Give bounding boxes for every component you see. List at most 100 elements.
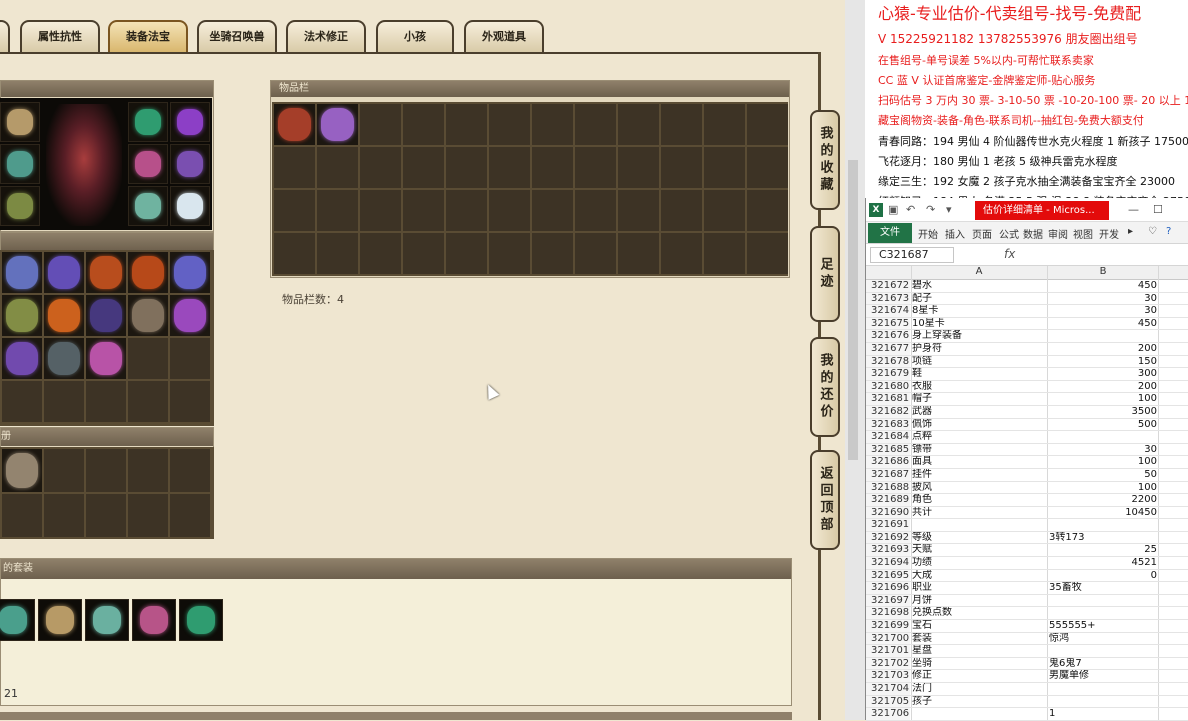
cell-b[interactable]: 30 [1049,293,1157,306]
spreadsheet-row[interactable]: 321706 1 [866,708,1188,721]
grid-cell-empty[interactable] [170,381,210,422]
my-favorites-button[interactable]: 我的收藏 [810,110,840,210]
row-number[interactable]: 321676 [866,330,910,342]
spreadsheet-row[interactable]: 321702 坐骑 鬼6鬼7 [866,657,1188,671]
row-number[interactable]: 321694 [866,557,910,569]
spreadsheet-row[interactable]: 321689 角色 2200 [866,494,1188,507]
row-number[interactable]: 321703 [866,670,910,682]
inventory-cell[interactable] [618,190,659,231]
spreadsheet-row[interactable]: 321684 点粹 [866,431,1188,444]
spreadsheet-row[interactable]: 321679 鞋 300 [866,368,1188,381]
help-icon[interactable]: ? [1166,226,1171,237]
tab-partial[interactable] [0,20,10,52]
row-number[interactable]: 321686 [866,456,910,468]
ribbon-tab[interactable]: 公式 [999,226,1019,241]
footprints-button[interactable]: 足迹 [810,226,840,322]
inventory-cell[interactable] [704,104,745,145]
grid-cell-empty[interactable] [128,338,168,379]
spreadsheet-row[interactable]: 321698 兑换点数 [866,607,1188,621]
inventory-item[interactable] [317,104,358,145]
cell-a[interactable]: 天赋 [912,544,1046,557]
cell-a[interactable]: 武器 [912,406,1046,419]
pet-slot[interactable] [2,449,42,492]
inventory-cell[interactable] [532,104,573,145]
grid-item[interactable] [128,295,168,336]
row-number[interactable]: 321702 [866,657,910,670]
spreadsheet-row[interactable]: 321678 项链 150 [866,355,1188,369]
suit-item[interactable] [179,599,223,641]
inventory-cell[interactable] [274,190,315,231]
row-number[interactable]: 321684 [866,431,910,443]
spreadsheet-row[interactable]: 321683 佩饰 500 [866,418,1188,432]
inventory-cell[interactable] [575,104,616,145]
row-number[interactable]: 321674 [866,305,910,317]
cell-b[interactable]: 200 [1049,343,1157,356]
cell-a[interactable]: 佩饰 [912,419,1046,432]
cell-a[interactable]: 职业 [912,582,1046,595]
cell-b[interactable]: 男魔单修 [1049,670,1157,683]
redo-icon[interactable]: ↷ [926,203,935,216]
grid-item[interactable] [2,295,42,336]
row-number[interactable]: 321673 [866,292,910,305]
cell-a[interactable]: 宝石 [912,620,1046,633]
cell-a[interactable]: 护身符 [912,343,1046,356]
row-number[interactable]: 321687 [866,468,910,481]
cell-b[interactable]: 0 [1049,570,1157,583]
ribbon-tab[interactable]: 页面 [972,226,992,241]
cell-a[interactable]: 鞋 [912,368,1046,381]
grid-cell-empty[interactable] [2,381,42,422]
ribbon-tab[interactable]: 数据 [1023,226,1043,241]
column-header-a[interactable]: A [912,266,1046,277]
spreadsheet-row[interactable]: 321687 挂件 50 [866,468,1188,482]
spreadsheet-row[interactable]: 321705 孩子 [866,695,1188,709]
row-number[interactable]: 321678 [866,355,910,368]
cell-a[interactable]: 面具 [912,456,1046,469]
excel-app-icon[interactable]: X [869,203,883,217]
inventory-cell[interactable] [274,147,315,188]
inventory-cell[interactable] [360,190,401,231]
inventory-cell[interactable] [704,190,745,231]
grid-item[interactable] [128,252,168,293]
inventory-cell[interactable] [704,147,745,188]
cell-b[interactable]: 3500 [1049,406,1157,419]
inventory-cell[interactable] [575,147,616,188]
inventory-cell[interactable] [446,147,487,188]
row-number[interactable]: 321700 [866,632,910,645]
inventory-cell[interactable] [446,104,487,145]
spreadsheet-row[interactable]: 321704 法门 [866,683,1188,696]
cell-b[interactable]: 100 [1049,482,1157,495]
spreadsheet-row[interactable]: 321685 镖带 30 [866,443,1188,457]
tab-appearance-items[interactable]: 外观道具 [464,20,544,52]
save-icon[interactable]: ▣ [888,203,898,216]
cell-a[interactable]: 坐骑 [912,658,1046,671]
tab-children[interactable]: 小孩 [376,20,454,52]
quick-access-dropdown-icon[interactable]: ▾ [946,203,952,216]
inventory-cell[interactable] [575,233,616,274]
spreadsheet-row[interactable]: 321673 配子 30 [866,292,1188,306]
spreadsheet-row[interactable]: 321695 大成 0 [866,569,1188,583]
cell-b[interactable]: 100 [1049,393,1157,406]
spreadsheet-row[interactable]: 321701 星盘 [866,645,1188,658]
ribbon-tab[interactable]: 审阅 [1048,226,1068,241]
minimize-icon[interactable]: — [1128,203,1139,216]
inventory-cell[interactable] [532,233,573,274]
grid-item[interactable] [86,338,126,379]
inventory-cell[interactable] [446,190,487,231]
cell-a[interactable]: 修正 [912,670,1046,683]
row-number[interactable]: 321675 [866,317,910,330]
inventory-cell[interactable] [403,104,444,145]
inventory-cell[interactable] [489,233,530,274]
cell-b[interactable]: 450 [1049,318,1157,331]
grid-item[interactable] [2,338,42,379]
cell-a[interactable]: 项链 [912,356,1046,369]
inventory-cell[interactable] [446,233,487,274]
inventory-cell[interactable] [360,147,401,188]
inventory-cell[interactable] [489,147,530,188]
grid-item[interactable] [170,295,210,336]
cell-b[interactable]: 30 [1049,305,1157,318]
inventory-cell[interactable] [489,190,530,231]
cell-a[interactable]: 孩子 [912,696,1046,709]
spreadsheet-row[interactable]: 321697 月饼 [866,594,1188,608]
row-number[interactable]: 321692 [866,531,910,544]
inventory-cell[interactable] [661,147,702,188]
